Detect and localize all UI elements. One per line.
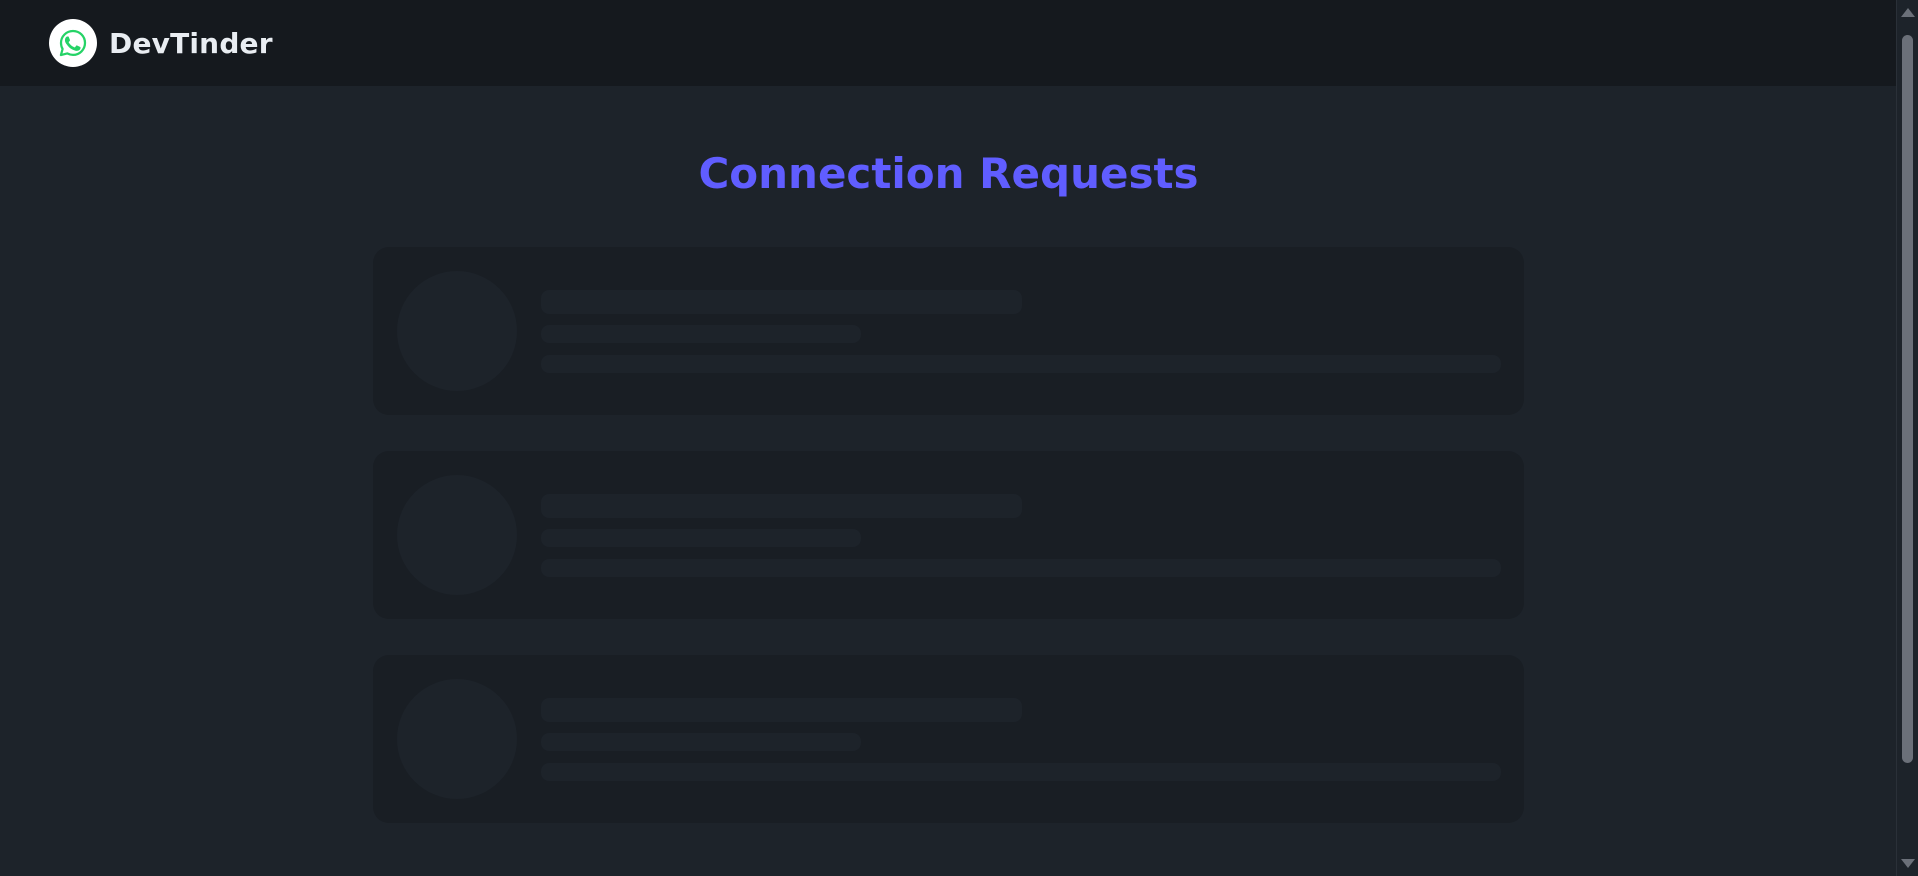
scroll-down-arrow-icon[interactable]	[1901, 859, 1915, 868]
page: DevTinder Connection Requests	[0, 0, 1918, 876]
skeleton-avatar	[397, 475, 517, 595]
skeleton-card	[373, 451, 1524, 619]
skeleton-line-subtitle	[541, 529, 861, 547]
skeleton-line-name	[541, 698, 1022, 722]
skeleton-line-name	[541, 290, 1022, 314]
skeleton-card	[373, 247, 1524, 415]
page-title: Connection Requests	[698, 149, 1199, 198]
scrollbar-thumb[interactable]	[1902, 35, 1913, 763]
skeleton-line-about	[541, 763, 1501, 781]
scroll-up-arrow-icon[interactable]	[1901, 8, 1915, 17]
skeleton-line-subtitle	[541, 325, 861, 343]
whatsapp-icon	[49, 19, 97, 67]
skeleton-avatar	[397, 271, 517, 391]
navbar: DevTinder	[0, 0, 1897, 86]
vertical-scrollbar[interactable]	[1896, 0, 1918, 876]
brand-link[interactable]: DevTinder	[49, 19, 273, 67]
skeleton-line-name	[541, 494, 1022, 518]
brand-name: DevTinder	[109, 26, 273, 60]
skeleton-line-about	[541, 355, 1501, 373]
skeleton-line-subtitle	[541, 733, 861, 751]
skeleton-avatar	[397, 679, 517, 799]
skeleton-line-about	[541, 559, 1501, 577]
skeleton-card	[373, 655, 1524, 823]
main-content: Connection Requests	[0, 86, 1897, 876]
